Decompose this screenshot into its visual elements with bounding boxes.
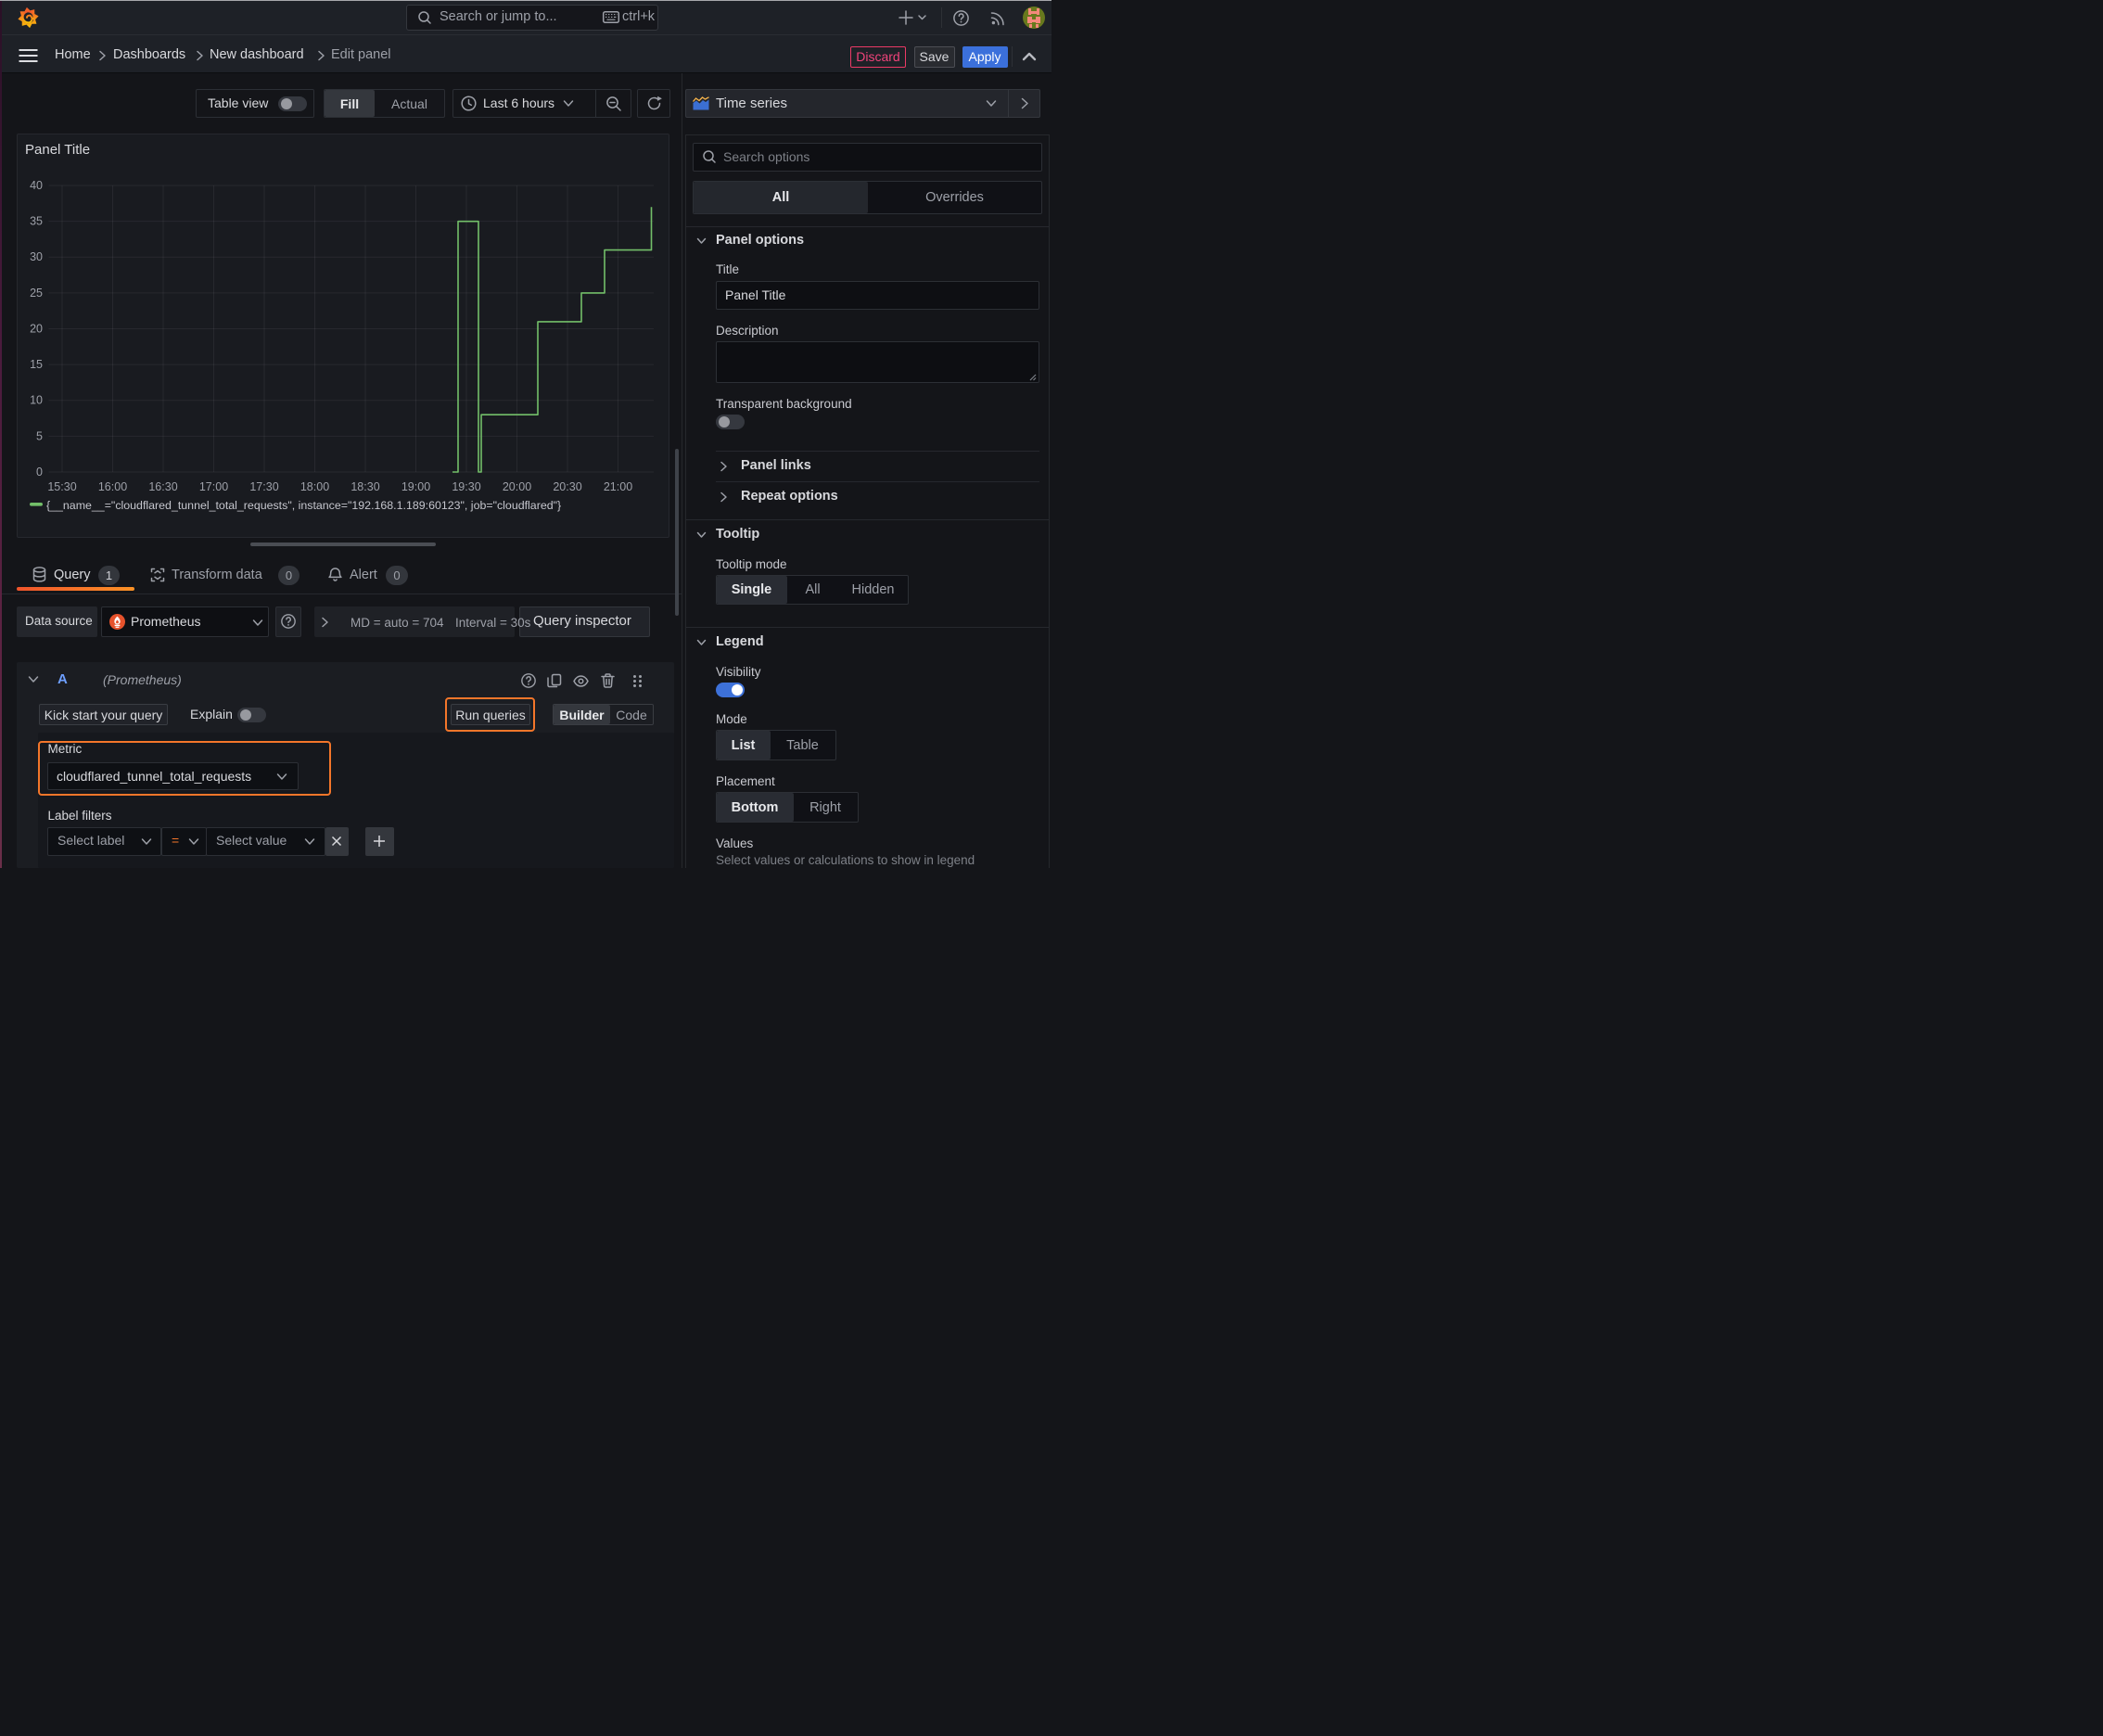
svg-text:20:30: 20:30 xyxy=(553,480,581,493)
svg-text:25: 25 xyxy=(30,287,43,300)
svg-text:17:30: 17:30 xyxy=(249,480,278,493)
svg-text:15: 15 xyxy=(30,358,43,371)
svg-text:5: 5 xyxy=(36,429,43,442)
svg-text:18:00: 18:00 xyxy=(300,480,329,493)
svg-text:19:00: 19:00 xyxy=(401,480,430,493)
svg-text:35: 35 xyxy=(30,215,43,228)
svg-text:16:30: 16:30 xyxy=(148,480,177,493)
svg-text:17:00: 17:00 xyxy=(199,480,228,493)
svg-text:10: 10 xyxy=(30,394,43,407)
svg-text:15:30: 15:30 xyxy=(47,480,76,493)
svg-text:20:00: 20:00 xyxy=(503,480,531,493)
svg-text:16:00: 16:00 xyxy=(98,480,127,493)
svg-text:0: 0 xyxy=(36,466,43,479)
svg-text:21:00: 21:00 xyxy=(604,480,632,493)
svg-text:18:30: 18:30 xyxy=(350,480,379,493)
svg-text:40: 40 xyxy=(30,179,43,192)
svg-text:20: 20 xyxy=(30,323,43,336)
svg-text:19:30: 19:30 xyxy=(452,480,480,493)
svg-text:{__name__="cloudflared_tunnel_: {__name__="cloudflared_tunnel_total_requ… xyxy=(46,499,561,512)
svg-text:30: 30 xyxy=(30,250,43,263)
